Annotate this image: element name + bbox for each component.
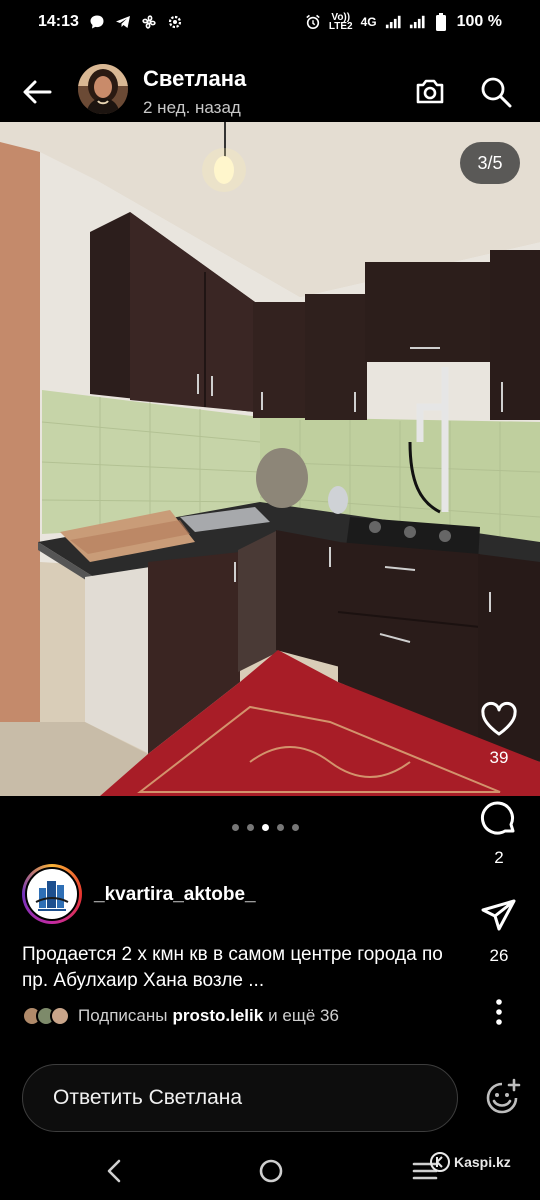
pagination-dot <box>277 824 284 831</box>
pagination-dot-active <box>262 824 269 831</box>
chevron-left-icon <box>107 1159 121 1183</box>
share-button[interactable]: 26 <box>474 896 524 966</box>
system-back-button[interactable] <box>100 1156 130 1186</box>
like-count: 39 <box>489 748 509 767</box>
alarm-icon <box>305 14 321 30</box>
author-name[interactable]: Светлана <box>143 66 246 92</box>
paper-plane-icon <box>481 899 516 931</box>
kaspi-logo-icon <box>430 1152 450 1172</box>
watermark-text: Kaspi.kz <box>454 1154 511 1170</box>
reply-placeholder: Ответить Светлана <box>53 1086 243 1109</box>
more-options-button[interactable] <box>474 998 524 1026</box>
gear-icon <box>167 14 183 30</box>
battery-icon <box>433 13 449 31</box>
telegram-icon <box>115 14 131 30</box>
account-name[interactable]: _kvartira_aktobe_ <box>94 884 256 906</box>
pagination-dots <box>232 824 299 831</box>
comment-bubble-icon <box>480 801 515 835</box>
author-avatar[interactable] <box>78 64 128 114</box>
arrow-left-icon <box>23 80 52 104</box>
network-type: 4G <box>360 15 377 29</box>
account-avatar[interactable] <box>22 864 82 924</box>
pagination-dot <box>232 824 239 831</box>
reply-input[interactable]: Ответить Светлана <box>22 1064 458 1132</box>
system-home-button[interactable] <box>256 1156 286 1186</box>
followed-by[interactable]: Подписаны prosto.lelik и ещё 36 <box>22 1006 339 1026</box>
kaspi-watermark: Kaspi.kz <box>430 1152 511 1172</box>
story-header: Светлана 2 нед. назад <box>0 56 540 126</box>
follower-avatar <box>50 1006 70 1026</box>
signal-icon <box>385 14 401 30</box>
comment-button[interactable]: 2 <box>474 798 524 868</box>
home-circle-icon <box>259 1159 283 1183</box>
building-logo-icon <box>35 881 69 911</box>
followed-prefix: Подписаны <box>78 1006 168 1025</box>
status-bar: 14:13 Vo)) LTE2 4G 100 % <box>0 0 540 44</box>
pagination-dot <box>247 824 254 831</box>
followed-user[interactable]: prosto.lelik <box>172 1006 263 1026</box>
search-icon <box>481 77 512 108</box>
kitchen-photo-illustration <box>0 122 540 796</box>
signal-icon <box>409 14 425 30</box>
share-count: 26 <box>489 946 509 965</box>
back-button[interactable] <box>20 74 56 110</box>
heart-icon <box>481 701 517 736</box>
post-caption[interactable]: Продается 2 х кмн кв в самом центре горо… <box>22 942 462 994</box>
pagination-dot <box>292 824 299 831</box>
status-time: 14:13 <box>38 13 79 30</box>
chat-bubble-icon <box>89 14 105 30</box>
followed-suffix: и ещё 36 <box>268 1006 339 1025</box>
post-time: 2 нед. назад <box>143 98 241 117</box>
volte-indicator: Vo)) LTE2 <box>328 12 353 32</box>
battery-percent: 100 % <box>456 13 502 30</box>
follower-avatars <box>22 1006 70 1026</box>
smiley-plus-icon <box>486 1078 521 1114</box>
more-vertical-icon <box>496 999 502 1025</box>
emoji-reaction-button[interactable] <box>482 1078 522 1118</box>
story-photo[interactable]: 3/5 <box>0 122 540 796</box>
fan-icon <box>141 14 157 30</box>
search-button[interactable] <box>478 74 514 110</box>
camera-button[interactable] <box>412 74 448 110</box>
photo-counter: 3/5 <box>460 142 520 184</box>
camera-icon <box>416 79 444 104</box>
like-button[interactable]: 39 <box>474 700 524 768</box>
comment-count: 2 <box>494 848 504 867</box>
